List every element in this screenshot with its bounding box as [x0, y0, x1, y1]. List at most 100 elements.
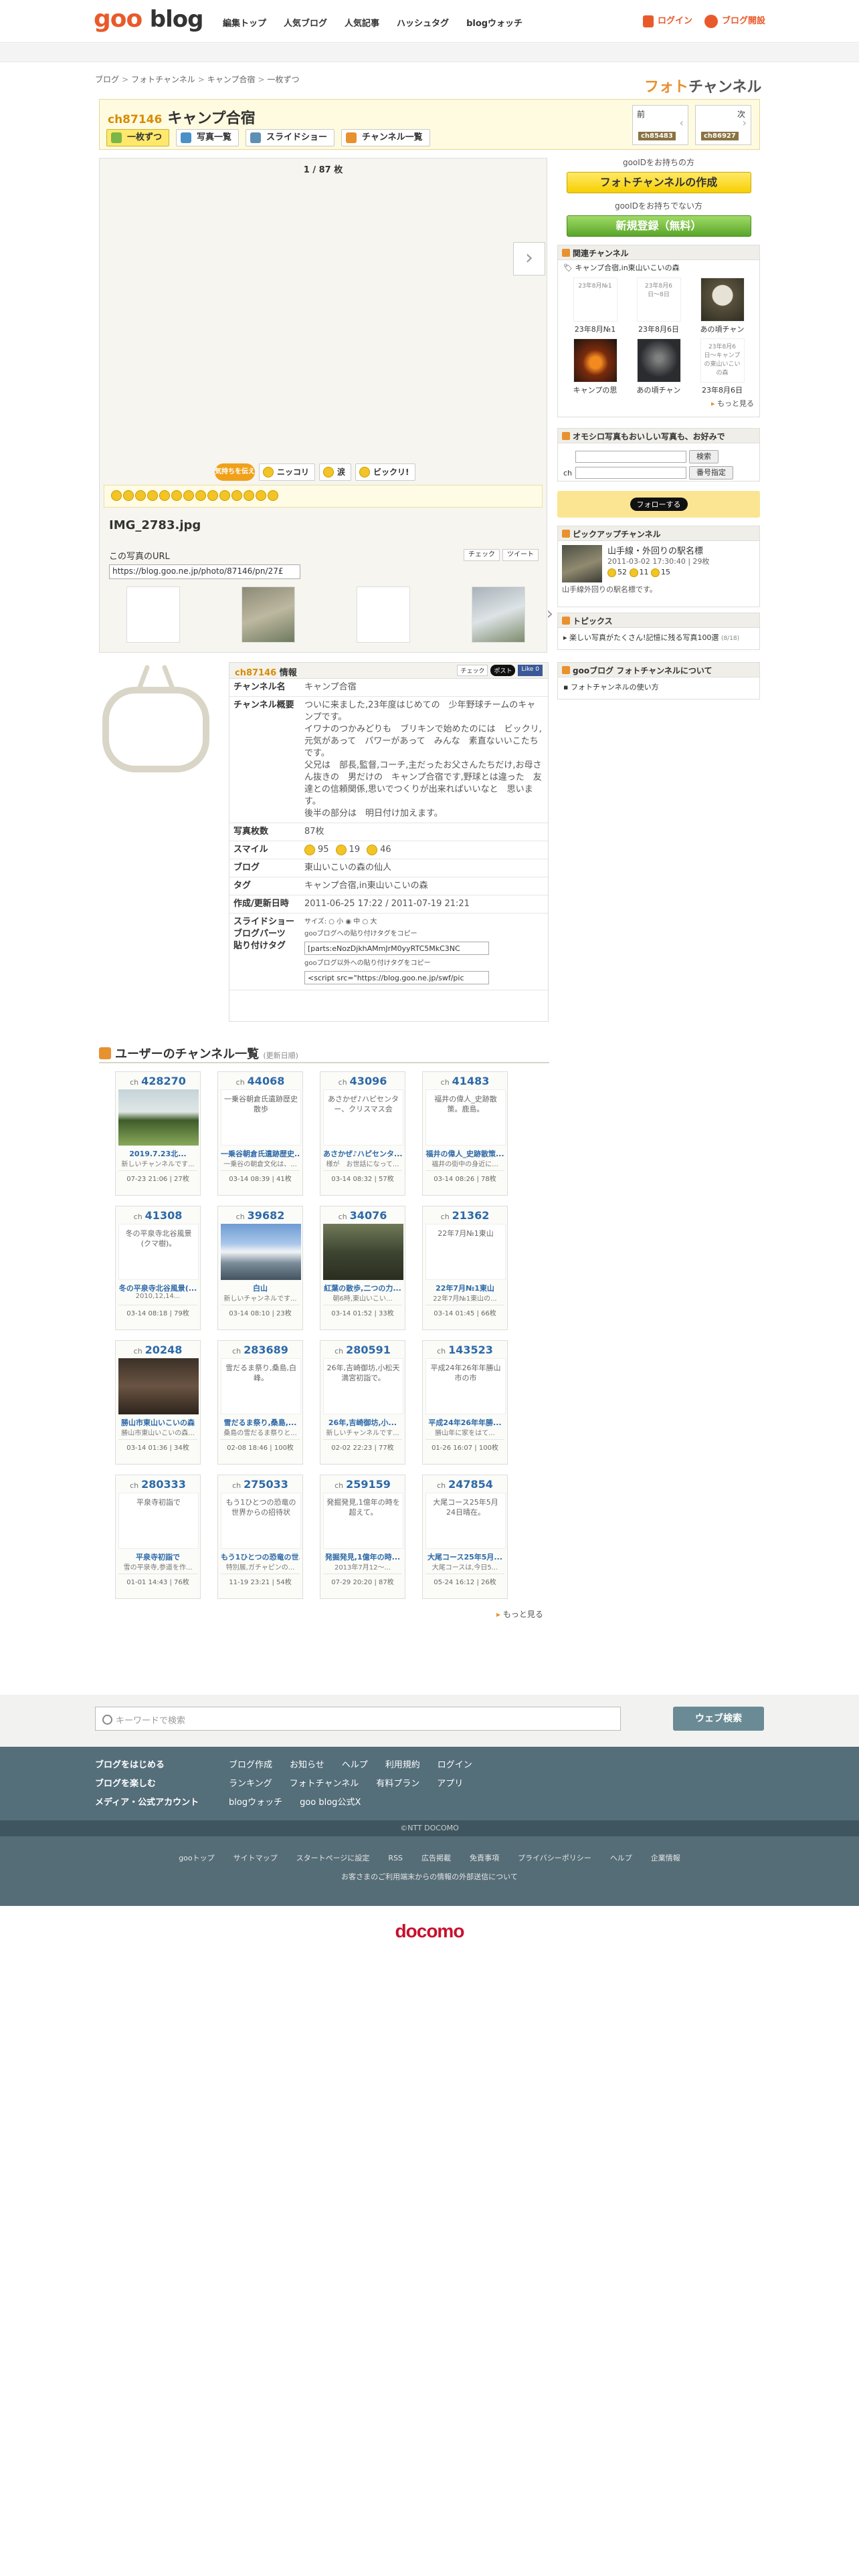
footer-link[interactable]: お知らせ [290, 1760, 324, 1770]
channel-card[interactable]: ch 34076 紅葉の散歩,二つの力... 朝6時,東山いこい... 03-14 01… [320, 1206, 405, 1330]
mood-face-icon[interactable] [231, 490, 242, 501]
channel-card[interactable]: ch 283689 雪だるま祭り,桑島,白峰。 雪だるま祭り,桑島,... 桑島の雪だる… [217, 1340, 303, 1465]
footer-sub-link[interactable]: gooトップ [179, 1854, 214, 1862]
channel-card[interactable]: ch 259159 発掘発見,1億年の時を超えて。 発掘発見,1億年の時... 2013… [320, 1475, 405, 1599]
keyword-input[interactable] [575, 451, 686, 463]
channel-card[interactable]: ch 39682 白山 新しいチャンネルです... 03-14 08:10 | 23枚 [217, 1206, 303, 1330]
follow-x-button[interactable]: フォローする [630, 498, 688, 511]
channel-card[interactable]: ch 43096 あさかぜ♪ハピセンター、クリスマス会 あさかぜ♪ハピセンタ... 様が… [320, 1071, 405, 1196]
footer-sub-link[interactable]: ヘルプ [610, 1854, 632, 1862]
number-button[interactable]: 番号指定 [689, 466, 733, 479]
footer-link[interactable]: ランキング [229, 1779, 272, 1789]
footer-link[interactable]: goo blog公式X [300, 1798, 361, 1808]
channel-card[interactable]: ch 280333 平泉寺初詣で 平泉寺初詣で 雪の平泉寺,参道を作... 01-01 1… [115, 1475, 201, 1599]
goo-tag-input[interactable]: [parts:eNozDjkhAMmJrM0yyRTC5MkC3NC [304, 942, 489, 955]
topic-item[interactable]: ▸ 楽しい写真がたくさん!記憶に残る写真100選 (8/18) [558, 628, 759, 647]
external-send-notice-link[interactable]: お客さまのご利用端末からの情報の外部送信について [0, 1871, 859, 1882]
next-photo-button[interactable]: › [513, 242, 545, 276]
footer-link[interactable]: アプリ [437, 1779, 463, 1789]
thumbnail[interactable] [126, 586, 180, 643]
channel-card[interactable]: ch 428270 2019.7.23北... 新しいチャンネルです... 07-23 … [115, 1071, 201, 1196]
related-channel[interactable]: 23年8月№1 23年8月№1 [565, 278, 626, 334]
footer-link[interactable]: ヘルプ [342, 1760, 368, 1770]
nav-item[interactable]: 編集トップ [223, 16, 266, 29]
nav-item[interactable]: blogウォッチ [466, 16, 522, 29]
create-channel-button[interactable]: フォトチャンネルの作成 [566, 172, 751, 193]
thumbnail[interactable] [357, 586, 410, 643]
chevron-right-icon[interactable]: › [547, 604, 553, 624]
mood-face-icon[interactable] [135, 490, 146, 501]
channel-card[interactable]: ch 275033 もう1ひとつの恐竜の世界からの招待状 もう1ひとつの恐竜の世...… [217, 1475, 303, 1599]
footer-link[interactable]: フォトチャンネル [290, 1779, 359, 1789]
mood-face-icon[interactable] [123, 490, 134, 501]
mood-face-icon[interactable] [207, 490, 218, 501]
channel-card[interactable]: ch 247854 大尾コース25年5月24日晴在。 大尾コース25年5月... 大尾コ… [422, 1475, 508, 1599]
goo-blog-logo[interactable]: goo blog [94, 5, 203, 33]
channel-card[interactable]: ch 20248 勝山市東山いこいの森 勝山市東山いこいの森... 03-14 01:3… [115, 1340, 201, 1465]
footer-link[interactable]: 利用規約 [385, 1760, 420, 1770]
breadcrumb-item[interactable]: キャンプ合宿 [207, 75, 256, 84]
next-channel-button[interactable]: 次 › ch86927 [695, 105, 751, 145]
mood-face-icon[interactable] [171, 490, 182, 501]
related-more-link[interactable]: もっと見る [558, 398, 759, 411]
mood-face-icon[interactable] [219, 490, 230, 501]
footer-sub-link[interactable]: 広告掲載 [421, 1854, 451, 1862]
tab-photo-list[interactable]: 写真一覧 [176, 129, 240, 146]
related-channel[interactable]: 23年8月6日〜キャンプの東山いこいの森 23年8月6日 [692, 338, 753, 395]
related-channel[interactable]: キャンプの思 [565, 338, 626, 395]
prev-channel-button[interactable]: 前 ‹ ch85483 [632, 105, 688, 145]
size-radio[interactable]: ◉ [343, 918, 353, 926]
footer-category[interactable]: ブログを楽しむ [95, 1775, 199, 1794]
photochannel-logo[interactable]: フォトチャンネル [644, 75, 761, 96]
thumbnail[interactable] [472, 586, 525, 643]
mood-tear-button[interactable]: 涙 [319, 463, 352, 481]
nav-item[interactable]: 人気ブログ [284, 16, 327, 29]
footer-sub-link[interactable]: 企業情報 [651, 1854, 680, 1862]
footer-link[interactable]: ログイン [438, 1760, 472, 1770]
mood-face-icon[interactable] [183, 490, 194, 501]
mood-surprise-button[interactable]: ビックリ! [355, 463, 415, 481]
footer-link[interactable]: ブログ作成 [229, 1760, 272, 1770]
footer-sub-link[interactable]: 免責事項 [470, 1854, 499, 1862]
pickup-item[interactable]: 山手線・外回りの駅名標 2011-03-02 17:30:40 | 29枚 52… [558, 541, 759, 595]
about-link[interactable]: ▪ フォトチャンネルの使い方 [558, 677, 759, 696]
nav-item[interactable]: ハッシュタグ [397, 16, 449, 29]
facebook-like-button[interactable]: Like 0 [518, 665, 543, 676]
info-value[interactable]: 東山いこいの森の仙人 [300, 859, 548, 877]
footer-sub-link[interactable]: スタートページに設定 [296, 1854, 370, 1862]
channel-card[interactable]: ch 41308 冬の平泉寺北谷風景(クマ樹)。 冬の平泉寺北谷風景(... 2010,… [115, 1206, 201, 1330]
user-channels-more-link[interactable]: もっと見る [496, 1608, 543, 1620]
tweet-button[interactable]: ツイート [502, 549, 539, 561]
tab-single[interactable]: 一枚ずつ [106, 129, 170, 146]
footer-sub-link[interactable]: プライバシーポリシー [518, 1854, 591, 1862]
docomo-logo[interactable]: docomo [0, 1906, 859, 1958]
footer-sub-link[interactable]: RSS [388, 1854, 403, 1862]
tab-channel-list[interactable]: チャンネル一覧 [341, 129, 430, 146]
related-tag[interactable]: 🏷 キャンプ合宿,in東山いこいの森 [558, 260, 759, 275]
footer-category[interactable]: ブログをはじめる [95, 1756, 199, 1775]
footer-category[interactable]: メディア・公式アカウント [95, 1794, 199, 1812]
info-value[interactable]: キャンプ合宿,in東山いこいの森 [300, 877, 548, 895]
external-tag-input[interactable]: <script src="https://blog.goo.ne.jp/swf/… [304, 971, 489, 984]
related-channel[interactable]: あの頃チャン [628, 338, 689, 395]
footer-search-input[interactable]: キーワードで検索 [95, 1707, 621, 1731]
channel-card[interactable]: ch 21362 22年7月№1東山 22年7月№1東山 22年7月№1東山の... 03… [422, 1206, 508, 1330]
channel-card[interactable]: ch 280591 26年,吉崎御坊,小松天満宮初詣で。 26年,吉崎御坊,小... 新… [320, 1340, 405, 1465]
x-post-button[interactable]: ポスト [490, 665, 516, 676]
login-link[interactable]: ログイン [642, 13, 692, 28]
channel-card[interactable]: ch 44068 一乗谷朝倉氏遺跡歴史散歩 一乗谷朝倉氏遺跡歴史... 一乗谷の朝倉文化… [217, 1071, 303, 1196]
size-radio[interactable]: ○ [326, 918, 337, 926]
check-button[interactable]: チェック [457, 665, 488, 676]
size-radio[interactable]: ○ [360, 918, 370, 926]
footer-link[interactable]: blogウォッチ [229, 1798, 282, 1808]
web-search-button[interactable]: ウェブ検索 [673, 1707, 764, 1731]
tab-slideshow[interactable]: スライドショー [246, 129, 335, 146]
mood-face-icon[interactable] [256, 490, 266, 501]
footer-link[interactable]: 有料プラン [376, 1779, 419, 1789]
footer-sub-link[interactable]: サイトマップ [233, 1854, 278, 1862]
register-link[interactable]: ブログ開設 [704, 13, 765, 28]
related-channel[interactable]: あの頃チャン [692, 278, 753, 334]
channel-card[interactable]: ch 41483 福井の偉人_史跡散策。鹿島。 福井の偉人_史跡散策... 福井の街中の… [422, 1071, 508, 1196]
photo-url-input[interactable]: https://blog.goo.ne.jp/photo/87146/pn/27… [109, 564, 300, 579]
search-button[interactable]: 検索 [689, 450, 719, 463]
